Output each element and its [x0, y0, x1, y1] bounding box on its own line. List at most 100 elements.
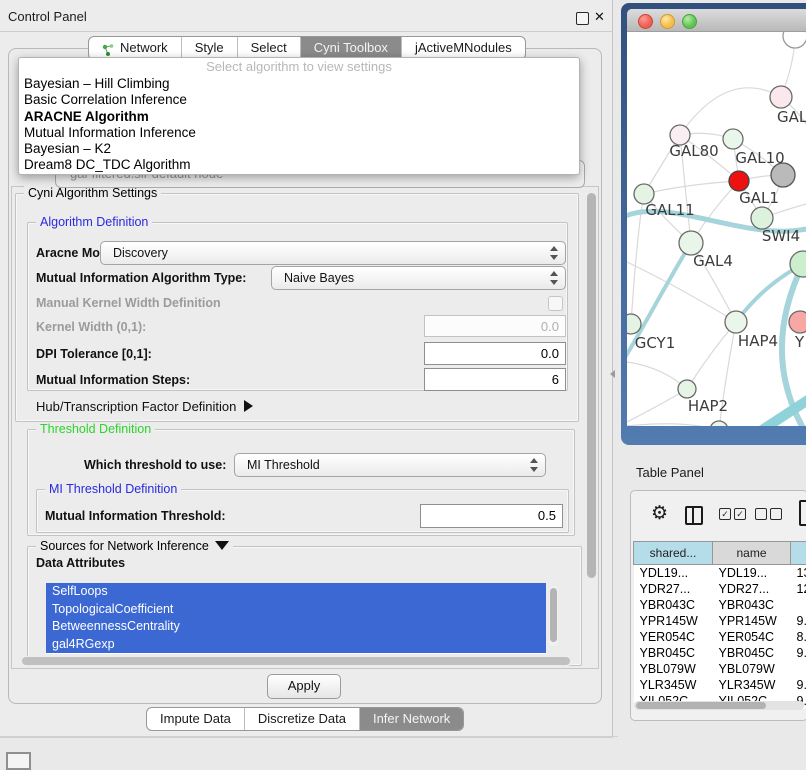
node-label: GAL: [777, 108, 806, 126]
mi-steps-label: Mutual Information Steps:: [36, 373, 190, 387]
table-cell: YBR045C: [713, 645, 791, 661]
checked-checkbox-icon[interactable]: ✓: [719, 508, 731, 520]
table-cell: 8.: [791, 629, 806, 645]
which-threshold-combo[interactable]: MI Threshold: [234, 453, 546, 477]
table-cell: YBR045C: [634, 645, 713, 661]
combo-stepper-icon: [549, 271, 558, 285]
table-row[interactable]: YDL19...YDL19...13: [634, 565, 806, 582]
attributes-scrollbar-thumb[interactable]: [550, 588, 557, 642]
table-row[interactable]: YER054CYER054C8.: [634, 629, 806, 645]
attributes-hscrollbar-thumb[interactable]: [22, 657, 570, 665]
network-canvas[interactable]: GALGAL80GAL10GAL1GAL11SWI4GAL4GCY1HAP4YH…: [627, 32, 806, 426]
dropdown-item[interactable]: Basic Correlation Inference: [19, 92, 579, 108]
tab-impute-data[interactable]: Impute Data: [147, 708, 244, 730]
table-hscrollbar-thumb[interactable]: [636, 702, 766, 709]
network-node-gal[interactable]: [770, 86, 792, 108]
unchecked-checkbox-icon[interactable]: [770, 508, 782, 520]
table-panel: ⚙ ✓ ✓ shared...name YDL19...YDL19...13YD…: [630, 490, 806, 721]
dropdown-item[interactable]: Bayesian – K2: [19, 141, 579, 157]
dpi-tolerance-label: DPI Tolerance [0,1]:: [36, 347, 152, 361]
table-cell: YER054C: [634, 629, 713, 645]
tab-cyni-toolbox[interactable]: Cyni Toolbox: [300, 37, 401, 59]
dropdown-item[interactable]: Dream8 DC_TDC Algorithm: [19, 157, 579, 173]
node-label: GAL11: [645, 201, 694, 219]
attribute-list-item[interactable]: gal4RGexp: [46, 636, 546, 654]
tab-style[interactable]: Style: [181, 37, 237, 59]
gear-icon[interactable]: ⚙: [651, 502, 668, 525]
checked-checkbox-icon[interactable]: ✓: [734, 508, 746, 520]
table-cell: YLR345W: [713, 677, 791, 693]
sources-title[interactable]: Sources for Network Inference: [36, 539, 233, 553]
network-node[interactable]: [790, 251, 806, 277]
table-row[interactable]: YDR27...YDR27...12: [634, 581, 806, 597]
combo-stepper-icon: [529, 458, 538, 472]
apply-button[interactable]: Apply: [267, 674, 341, 699]
attribute-list-item[interactable]: TopologicalCoefficient: [46, 601, 546, 619]
table-cell: YPR145W: [634, 613, 713, 629]
panel-divider: [0, 736, 618, 737]
zoom-traffic-light-icon[interactable]: [682, 14, 697, 29]
network-node-hap4[interactable]: [725, 311, 747, 333]
table-panel-title: Table Panel: [636, 465, 704, 480]
split-pane-collapse-icon[interactable]: [610, 370, 615, 378]
data-attributes-list[interactable]: SelfLoopsTopologicalCoefficientBetweenne…: [46, 583, 546, 654]
kernel-width-field[interactable]: 0.0: [424, 315, 566, 337]
close-traffic-light-icon[interactable]: [638, 14, 653, 29]
table-row[interactable]: YBL079WYBL079W: [634, 661, 806, 677]
document-icon[interactable]: [799, 500, 806, 526]
settings-scrollbar-thumb[interactable]: [587, 193, 596, 578]
network-window-titlebar[interactable]: [627, 9, 806, 32]
split-columns-icon[interactable]: [685, 506, 703, 525]
column-header[interactable]: shared...: [634, 542, 713, 565]
kernel-width-label: Kernel Width (0,1):: [36, 320, 146, 334]
network-node-y[interactable]: [789, 311, 806, 333]
attributes-scrollbar[interactable]: [549, 586, 558, 646]
close-icon[interactable]: ✕: [594, 9, 605, 25]
mi-steps-field[interactable]: 6: [424, 368, 566, 391]
table-hscrollbar[interactable]: [634, 701, 804, 710]
mi-threshold-field[interactable]: 0.5: [420, 504, 563, 528]
minimized-window[interactable]: [6, 752, 31, 770]
column-header[interactable]: [791, 542, 806, 565]
float-icon[interactable]: [576, 12, 589, 25]
tab-infer-network[interactable]: Infer Network: [359, 708, 463, 730]
attribute-list-item[interactable]: SelfLoops: [46, 583, 546, 601]
aracne-mode-combo[interactable]: Discovery: [100, 241, 566, 265]
network-node-gal1[interactable]: [729, 171, 749, 191]
settings-scrollbar[interactable]: [586, 189, 597, 664]
column-header[interactable]: name: [713, 542, 791, 565]
network-node-swi4[interactable]: [751, 207, 773, 229]
table-row[interactable]: YBR045CYBR045C9.: [634, 645, 806, 661]
manual-kernel-checkbox[interactable]: [548, 296, 563, 311]
minimize-traffic-light-icon[interactable]: [660, 14, 675, 29]
network-view-frame: GALGAL80GAL10GAL1GAL11SWI4GAL4GCY1HAP4YH…: [621, 3, 806, 445]
dpi-tolerance-value: 0.0: [541, 346, 559, 361]
attributes-hscrollbar[interactable]: [20, 656, 573, 666]
network-node[interactable]: [710, 421, 728, 426]
hub-definition-toggle[interactable]: Hub/Transcription Factor Definition: [36, 399, 253, 414]
dropdown-item[interactable]: Mutual Information Inference: [19, 125, 579, 141]
dpi-tolerance-field[interactable]: 0.0: [424, 342, 566, 365]
table-row[interactable]: YBR043CYBR043C: [634, 597, 806, 613]
table-row[interactable]: YLR345WYLR345W9.: [634, 677, 806, 693]
cyni-algorithm-settings-title: Cyni Algorithm Settings: [24, 186, 161, 200]
network-icon: [102, 42, 115, 55]
control-panel: Control Panel ✕ NetworkStyleSelectCyni T…: [0, 0, 613, 738]
network-node-gal10[interactable]: [723, 129, 743, 149]
mi-algorithm-type-combo[interactable]: Naive Bayes: [271, 266, 566, 290]
tab-discretize-data[interactable]: Discretize Data: [244, 708, 359, 730]
network-node[interactable]: [783, 32, 806, 48]
tab-select[interactable]: Select: [237, 37, 300, 59]
table-cell: YDL19...: [634, 565, 713, 582]
network-node-hap2[interactable]: [678, 380, 696, 398]
network-node-gcy1[interactable]: [627, 314, 641, 334]
tab-network[interactable]: Network: [89, 37, 181, 59]
table-header-row: shared...name: [634, 542, 806, 565]
dropdown-item[interactable]: ARACNE Algorithm: [19, 109, 579, 125]
attribute-list-item[interactable]: BetweennessCentrality: [46, 618, 546, 636]
dropdown-item[interactable]: Bayesian – Hill Climbing: [19, 76, 579, 92]
table-toolbar: ⚙ ✓ ✓: [631, 491, 806, 539]
tab-jactivemnodules[interactable]: jActiveMNodules: [401, 37, 525, 59]
unchecked-checkbox-icon[interactable]: [755, 508, 767, 520]
table-row[interactable]: YPR145WYPR145W9.: [634, 613, 806, 629]
